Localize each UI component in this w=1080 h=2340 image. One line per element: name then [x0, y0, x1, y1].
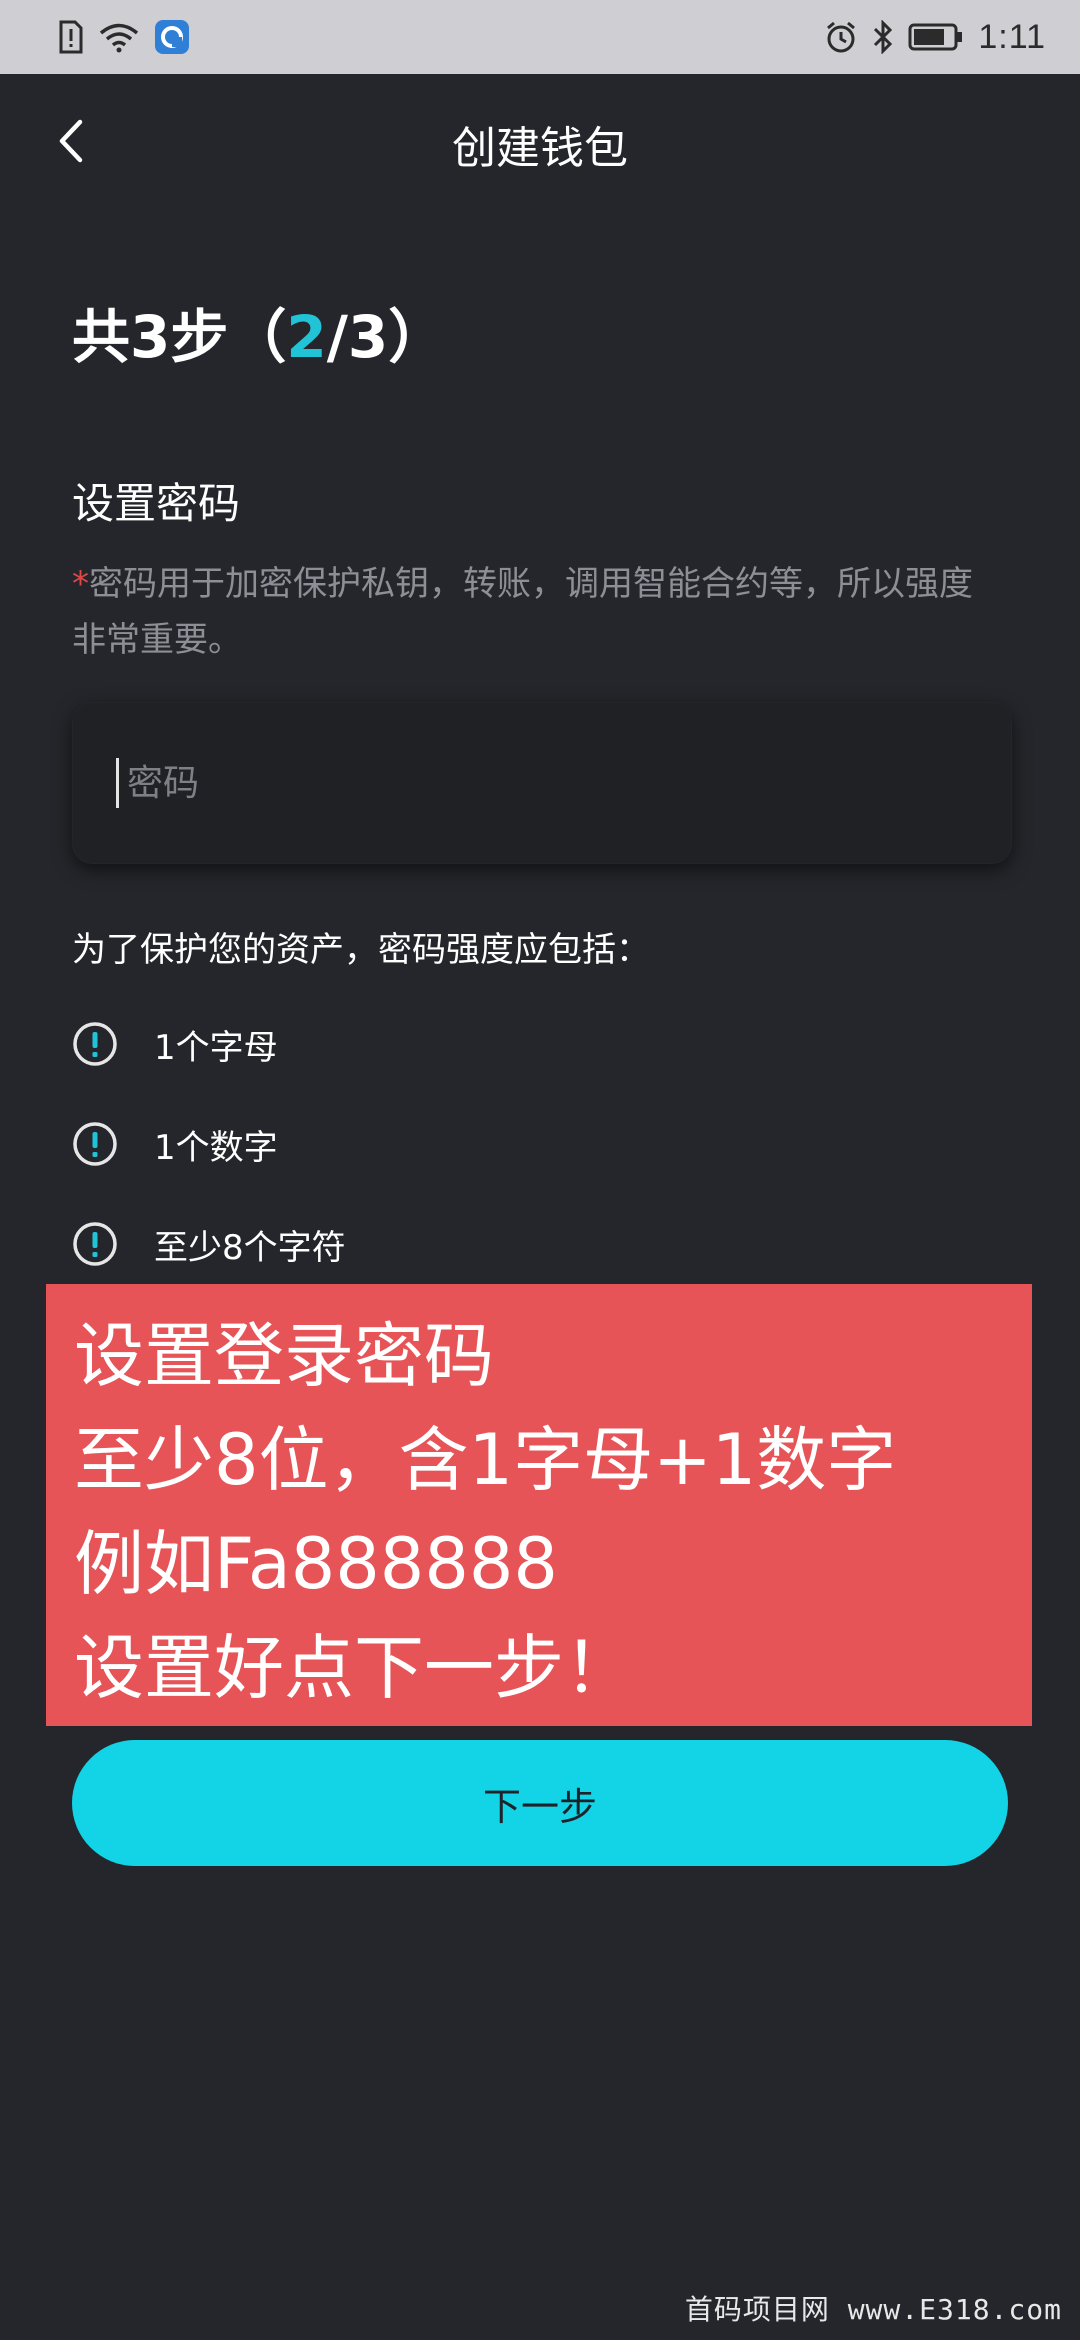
next-step-button[interactable]: 下一步 [72, 1740, 1008, 1866]
overlay-line: 设置好点下一步！ [74, 1627, 634, 1709]
step-indicator: 共3步（2/3） [72, 290, 446, 374]
rule-item-number: 1个数字 [72, 1114, 278, 1174]
watermark: 首码项目网 www.E318.com [684, 2293, 1062, 2326]
password-field[interactable] [72, 702, 1012, 864]
step-prefix: 共3步（ [72, 303, 287, 371]
description-text: 密码用于加密保护私钥，转账，调用智能合约等，所以强度非常重要。 [72, 564, 973, 660]
rule-label: 1个字母 [154, 1027, 278, 1068]
wifi-icon [98, 19, 140, 55]
rule-item-letter: 1个字母 [72, 1014, 278, 1074]
password-input[interactable] [125, 761, 949, 805]
status-bar: 1:11 [0, 0, 1080, 74]
status-time: 1:11 [978, 17, 1046, 56]
required-asterisk: * [72, 564, 89, 604]
exclamation-circle-icon [73, 1122, 117, 1166]
status-left [58, 19, 190, 55]
rule-label: 至少8个字符 [154, 1227, 346, 1268]
section-title: 设置密码 [72, 479, 241, 528]
rule-label: 1个数字 [154, 1127, 278, 1168]
alarm-icon [824, 19, 858, 55]
sim-alert-icon [58, 19, 84, 55]
header: 创建钱包 [0, 74, 1080, 208]
exclamation-circle-icon [73, 1222, 117, 1266]
overlay-line: 例如Fa888888 [74, 1523, 558, 1605]
step-suffix: /3） [326, 303, 447, 371]
overlay-annotation: 设置登录密码 至少8位，含1字母+1数字 例如Fa888888 设置好点下一步！ [46, 1284, 1032, 1726]
section-description: *密码用于加密保护私钥，转账，调用智能合约等，所以强度非常重要。 [72, 556, 992, 668]
battery-icon [908, 19, 964, 55]
rule-item-length: 至少8个字符 [72, 1214, 346, 1274]
overlay-line: 设置登录密码 [74, 1315, 494, 1397]
bluetooth-icon [872, 19, 894, 55]
exclamation-circle-icon [73, 1022, 117, 1066]
overlay-line: 至少8位，含1字母+1数字 [74, 1419, 897, 1501]
status-right: 1:11 [824, 18, 1046, 57]
app-notification-icon [154, 19, 190, 55]
step-current: 2 [286, 303, 327, 371]
page-title: 创建钱包 [452, 123, 628, 174]
rules-intro: 为了保护您的资产，密码强度应包括： [72, 930, 650, 970]
text-caret [116, 758, 119, 808]
